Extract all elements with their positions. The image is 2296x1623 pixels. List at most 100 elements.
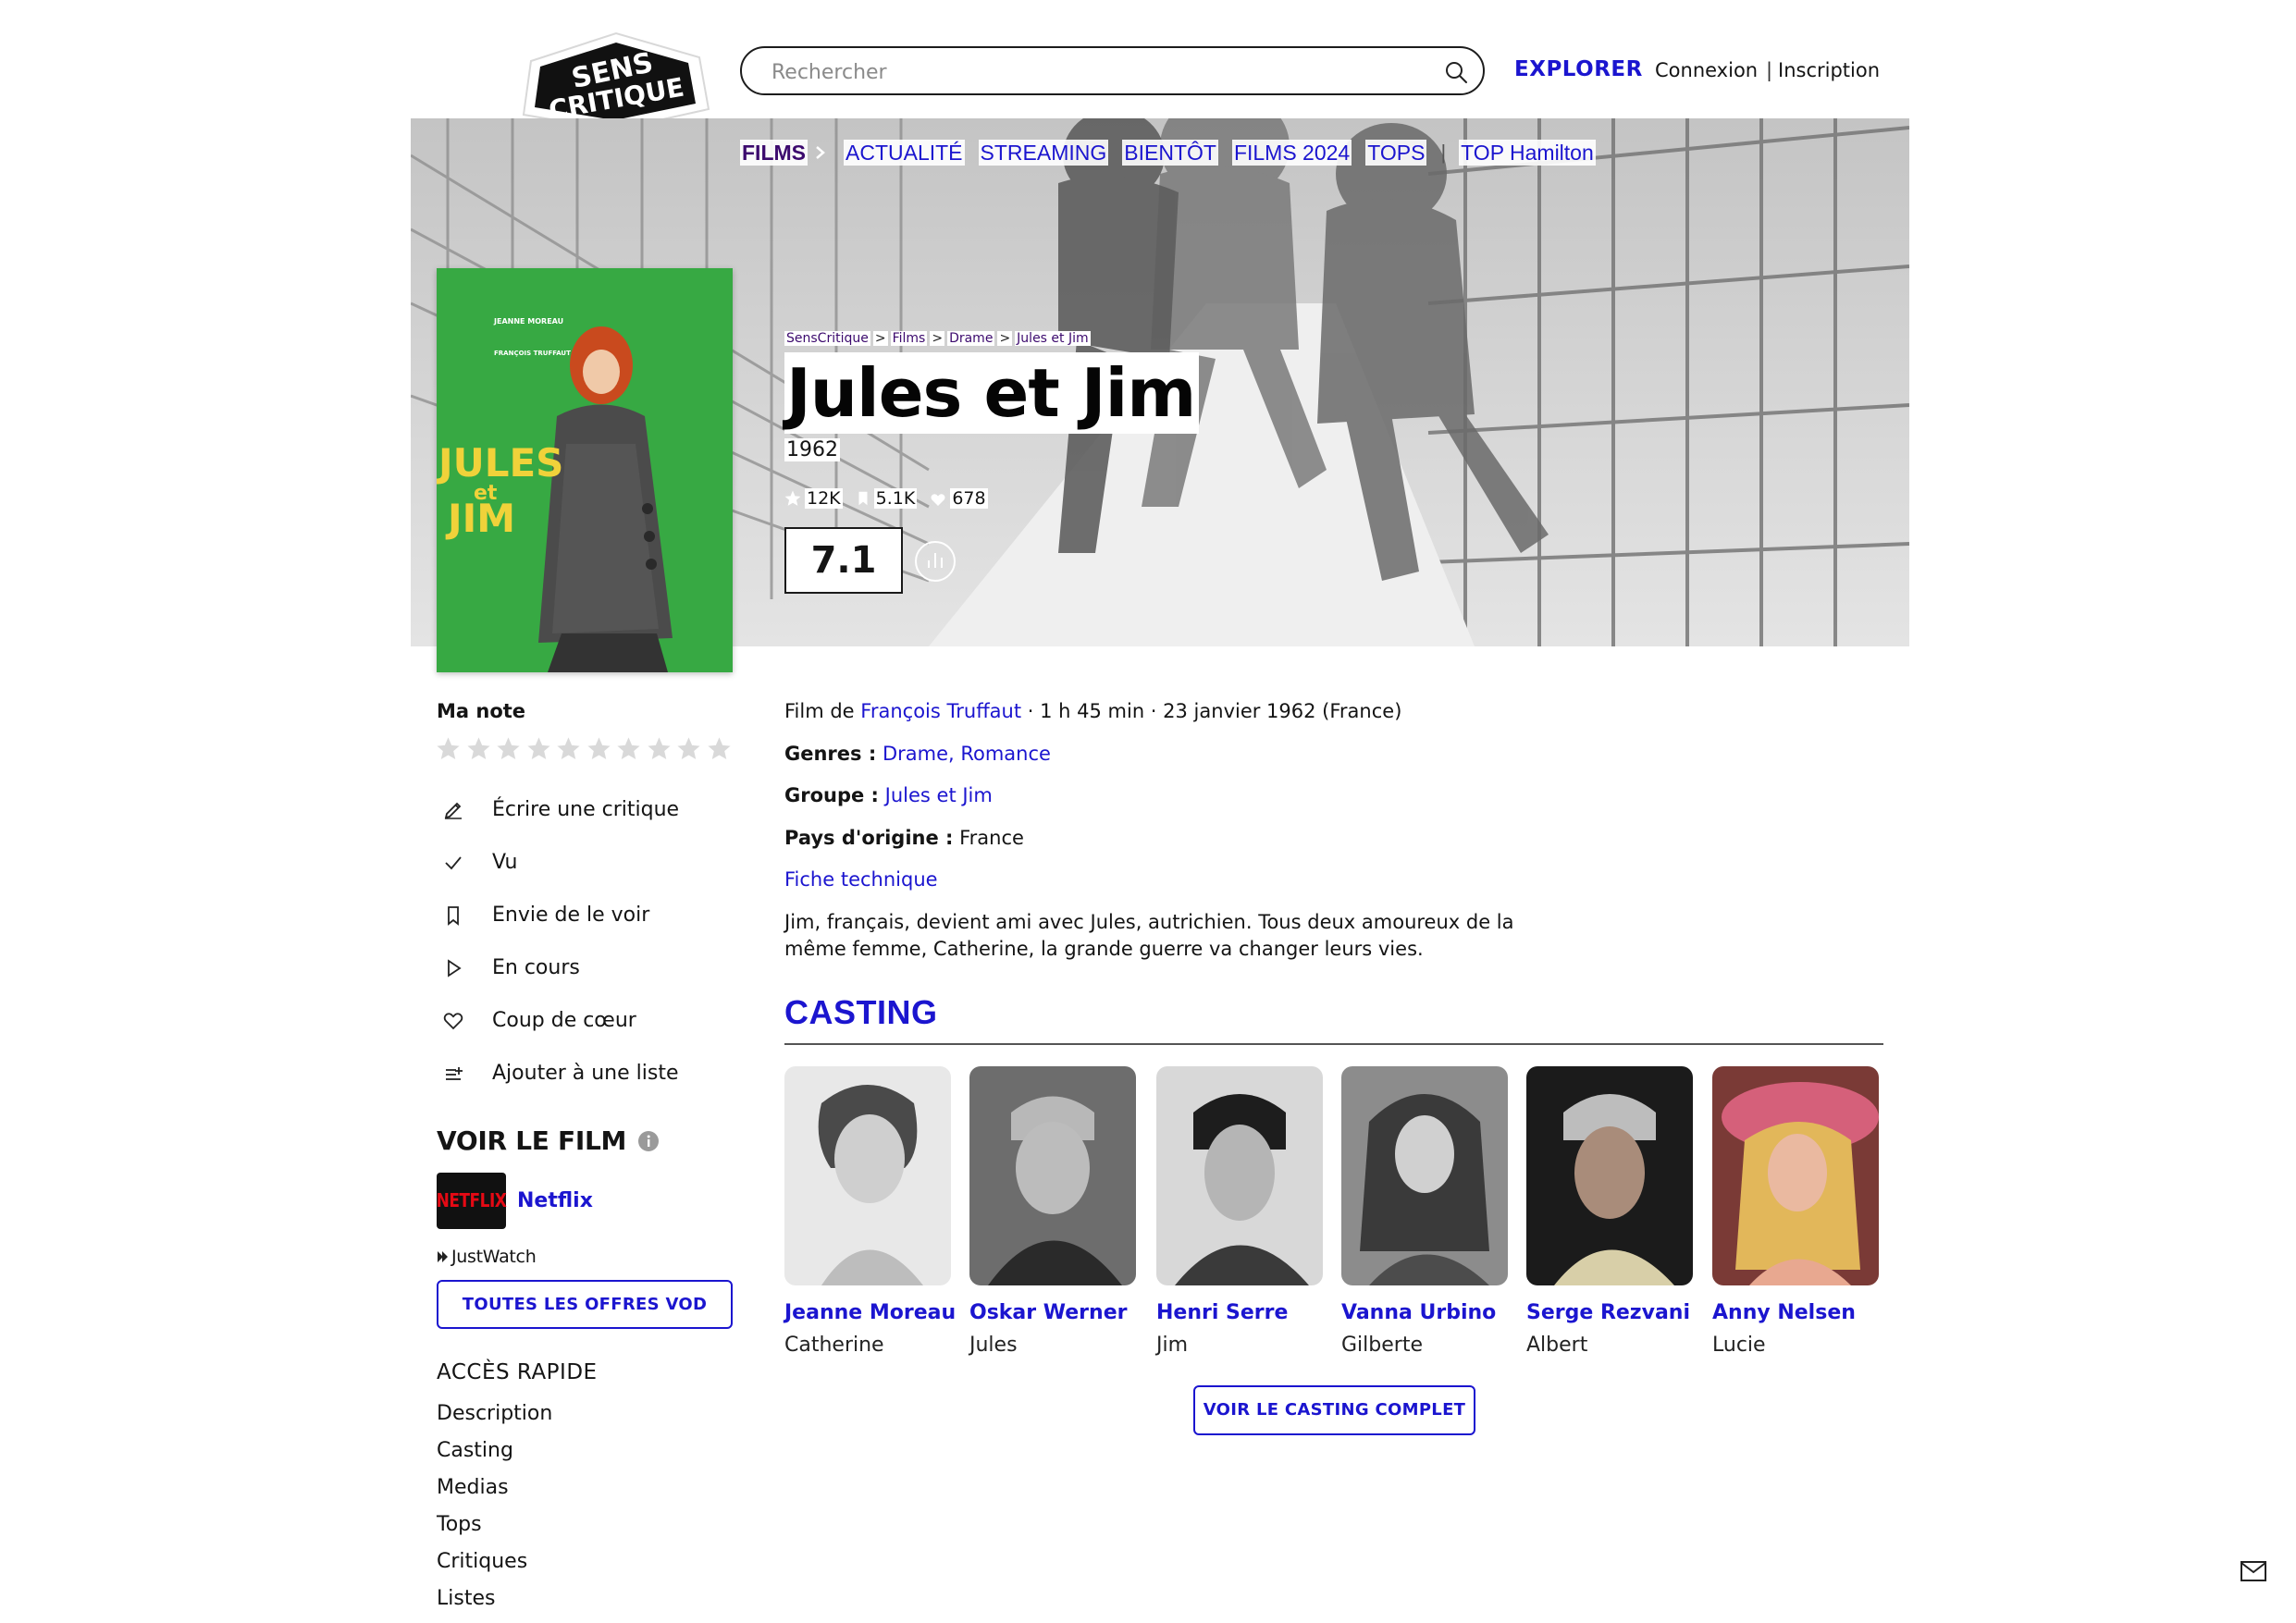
justwatch-label: JustWatch — [451, 1247, 537, 1267]
nav-top-hamilton[interactable]: TOP Hamilton — [1459, 140, 1596, 166]
star-icon[interactable] — [465, 735, 492, 762]
rating-stars[interactable] — [435, 735, 735, 762]
heart-icon — [443, 1012, 463, 1029]
breadcrumb-films[interactable]: Films — [890, 331, 928, 346]
wishlist-action[interactable]: Envie de le voir — [442, 904, 649, 927]
nav-separator: | — [1440, 141, 1447, 164]
explore-link[interactable]: EXPLORER — [1514, 57, 1643, 81]
quick-link-medias[interactable]: Medias — [437, 1476, 509, 1499]
seen-action[interactable]: Vu — [442, 851, 518, 874]
star-icon[interactable] — [555, 735, 582, 762]
country-line: Pays d'origine : France — [784, 827, 1024, 849]
star-icon[interactable] — [525, 735, 552, 762]
write-review-action[interactable]: Écrire une critique — [442, 798, 679, 821]
quick-link-critiques[interactable]: Critiques — [437, 1550, 527, 1573]
search-icon[interactable] — [1443, 59, 1469, 85]
actor-card[interactable]: Jeanne Moreau Catherine — [784, 1066, 956, 1357]
nav-bientot[interactable]: BIENTÔT — [1122, 140, 1218, 166]
group-label: Groupe : — [784, 784, 879, 806]
actor-role: Albert — [1526, 1334, 1588, 1357]
netflix-link[interactable]: Netflix — [517, 1189, 593, 1212]
justwatch-attribution[interactable]: JustWatch — [437, 1247, 537, 1267]
star-icon[interactable] — [675, 735, 702, 762]
breadcrumb-current[interactable]: Jules et Jim — [1015, 331, 1091, 346]
signup-link[interactable]: Inscription — [1778, 59, 1880, 81]
add-to-list-action[interactable]: Ajouter à une liste — [442, 1062, 679, 1085]
quick-link-listes[interactable]: Listes — [437, 1587, 495, 1610]
quick-link-tops[interactable]: Tops — [437, 1513, 482, 1536]
actor-photo[interactable] — [1526, 1066, 1693, 1285]
ratings-stat: 12K — [784, 488, 843, 509]
action-label: Écrire une critique — [492, 798, 680, 821]
technical-sheet-link[interactable]: Fiche technique — [784, 868, 938, 891]
quick-link-description[interactable]: Description — [437, 1402, 552, 1425]
netflix-logo[interactable]: NETFLIX — [437, 1173, 507, 1229]
actor-card[interactable]: Anny Nelsen Lucie — [1712, 1066, 1879, 1357]
actor-card[interactable]: Oskar Werner Jules — [969, 1066, 1136, 1357]
star-icon[interactable] — [706, 735, 733, 762]
genres-line: Genres : Drame, Romance — [784, 743, 1051, 765]
in-progress-action[interactable]: En cours — [442, 956, 580, 979]
justwatch-icon — [438, 1251, 448, 1262]
wishlist-count: 5.1K — [873, 488, 918, 509]
genres-label: Genres : — [784, 743, 877, 765]
breadcrumb-separator: > — [872, 331, 888, 346]
nav-films[interactable]: FILMS — [740, 140, 808, 166]
quick-link-casting[interactable]: Casting — [437, 1439, 513, 1462]
actor-photo[interactable] — [784, 1066, 951, 1285]
wishlist-stat: 5.1K — [856, 488, 918, 509]
actor-card[interactable]: Serge Rezvani Albert — [1526, 1066, 1693, 1357]
actor-name[interactable]: Vanna Urbino — [1341, 1301, 1508, 1324]
star-icon[interactable] — [495, 735, 522, 762]
mail-icon[interactable] — [2240, 1561, 2266, 1581]
full-cast-button[interactable]: VOIR LE CASTING COMPLET — [1193, 1385, 1475, 1435]
actor-photo[interactable] — [1341, 1066, 1508, 1285]
director-link[interactable]: François Truffaut — [860, 700, 1021, 722]
info-icon[interactable] — [637, 1130, 660, 1152]
nav-tops[interactable]: TOPS — [1365, 140, 1427, 166]
nav-films-2024[interactable]: FILMS 2024 — [1231, 140, 1352, 166]
star-icon[interactable] — [435, 735, 462, 762]
star-icon[interactable] — [646, 735, 673, 762]
bookmark-icon — [858, 491, 868, 506]
duration-release: · 1 h 45 min · 23 janvier 1962 (France) — [1027, 700, 1402, 722]
rating-distribution-icon[interactable] — [914, 540, 957, 583]
play-icon — [448, 958, 462, 977]
group-link[interactable]: Jules et Jim — [885, 784, 993, 806]
genres-links[interactable]: Drame, Romance — [883, 743, 1051, 765]
breadcrumb-drame[interactable]: Drame — [947, 331, 995, 346]
actor-role: Jules — [969, 1334, 1018, 1357]
actor-card[interactable]: Henri Serre Jim — [1156, 1066, 1323, 1357]
actor-name[interactable]: Serge Rezvani — [1526, 1301, 1693, 1324]
actor-card[interactable]: Vanna Urbino Gilberte — [1341, 1066, 1508, 1357]
release-year: 1962 — [784, 438, 840, 461]
breadcrumb-separator: > — [997, 331, 1013, 346]
breadcrumb-senscritique[interactable]: SensCritique — [784, 331, 870, 346]
actor-photo[interactable] — [1712, 1066, 1879, 1285]
actor-role: Jim — [1156, 1334, 1189, 1357]
movie-stats: 12K 5.1K 678 — [784, 488, 1001, 509]
all-vod-offers-button[interactable]: TOUTES LES OFFRES VOD — [437, 1280, 733, 1329]
action-label: En cours — [492, 956, 580, 979]
login-link[interactable]: Connexion — [1655, 59, 1758, 81]
actor-name[interactable]: Jeanne Moreau — [784, 1301, 956, 1324]
action-label: Coup de cœur — [492, 1009, 636, 1032]
actor-photo[interactable] — [1156, 1066, 1323, 1285]
heart-icon — [931, 493, 945, 506]
actor-photo[interactable] — [969, 1066, 1136, 1285]
search-bar[interactable] — [740, 46, 1485, 95]
nav-streaming[interactable]: STREAMING — [978, 140, 1109, 166]
breadcrumb: SensCritique > Films > Drame > Jules et … — [784, 331, 1091, 346]
star-icon[interactable] — [586, 735, 612, 762]
movie-poster[interactable]: JEANNE MOREAU FRANÇOIS TRUFFAUT JULES et… — [437, 268, 733, 672]
action-label: Envie de le voir — [492, 904, 650, 927]
actor-name[interactable]: Henri Serre — [1156, 1301, 1323, 1324]
star-icon[interactable] — [615, 735, 642, 762]
nav-actualite[interactable]: ACTUALITÉ — [844, 140, 965, 166]
search-input[interactable] — [770, 56, 1402, 88]
action-label: Vu — [492, 851, 518, 874]
actor-name[interactable]: Anny Nelsen — [1712, 1301, 1879, 1324]
favorite-action[interactable]: Coup de cœur — [442, 1009, 636, 1032]
actor-name[interactable]: Oskar Werner — [969, 1301, 1136, 1324]
casting-heading: CASTING — [784, 993, 938, 1031]
